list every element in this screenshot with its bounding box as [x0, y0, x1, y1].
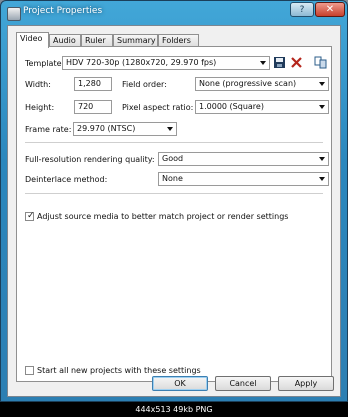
pixel-aspect-dropdown[interactable]: 1.0000 (Square)	[195, 100, 329, 114]
separator	[25, 193, 323, 194]
frame-rate-dropdown[interactable]: 29.970 (NTSC)	[73, 122, 177, 136]
adjust-source-checkbox[interactable]: ✓	[25, 211, 35, 221]
render-quality-label: Full-resolution rendering quality:	[25, 155, 155, 164]
adjust-source-label[interactable]: Adjust source media to better match proj…	[37, 212, 288, 221]
deinterlace-value: None	[162, 174, 183, 183]
chevron-down-icon	[260, 61, 266, 65]
frame-rate-value: 29.970 (NTSC)	[77, 124, 136, 133]
help-button[interactable]: ?	[290, 2, 314, 17]
template-label: Template:	[25, 59, 65, 68]
field-order-value: None (progressive scan)	[199, 79, 297, 88]
frame-rate-label: Frame rate:	[25, 125, 72, 134]
close-button[interactable]: ✕	[315, 2, 345, 17]
width-field[interactable]: 1,280	[74, 77, 112, 91]
tab-video[interactable]: Video	[16, 32, 49, 48]
delete-x-icon[interactable]	[290, 56, 303, 69]
pixel-aspect-label: Pixel aspect ratio:	[122, 103, 194, 112]
apply-button[interactable]: Apply	[278, 376, 334, 391]
app-icon	[7, 7, 21, 21]
checkmark-icon: ✓	[27, 211, 35, 221]
separator	[25, 142, 323, 143]
render-quality-dropdown[interactable]: Good	[158, 152, 329, 166]
chevron-down-icon	[319, 105, 325, 109]
project-properties-window: Project Properties ? ✕ Video Audio Ruler…	[0, 0, 348, 402]
width-label: Width:	[25, 80, 51, 89]
height-field[interactable]: 720	[74, 100, 112, 114]
chevron-down-icon	[319, 177, 325, 181]
dialog-client-area: Video Audio Ruler Summary Folders Templa…	[7, 25, 341, 397]
start-all-label[interactable]: Start all new projects with these settin…	[37, 366, 201, 375]
template-dropdown[interactable]: HDV 720-30p (1280x720, 29.970 fps)	[62, 56, 270, 70]
image-caption: 444x513 49kb PNG	[0, 402, 348, 417]
height-label: Height:	[25, 103, 55, 112]
chevron-down-icon	[167, 127, 173, 131]
save-disk-icon[interactable]	[273, 56, 286, 69]
ok-button[interactable]: OK	[152, 376, 208, 391]
template-value: HDV 720-30p (1280x720, 29.970 fps)	[66, 58, 217, 67]
field-order-dropdown[interactable]: None (progressive scan)	[195, 77, 329, 91]
window-title: Project Properties	[23, 6, 103, 16]
deinterlace-label: Deinterlace method:	[25, 175, 108, 184]
video-tab-panel: Template: HDV 720-30p (1280x720, 29.970 …	[16, 46, 332, 382]
start-all-checkbox[interactable]	[25, 366, 34, 375]
title-bar[interactable]: Project Properties ? ✕	[1, 1, 347, 25]
chevron-down-icon	[319, 157, 325, 161]
chevron-down-icon	[319, 82, 325, 86]
render-quality-value: Good	[162, 154, 184, 163]
field-order-label: Field order:	[122, 80, 167, 89]
deinterlace-dropdown[interactable]: None	[158, 172, 329, 186]
match-media-icon[interactable]	[314, 56, 327, 69]
pixel-aspect-value: 1.0000 (Square)	[199, 102, 264, 111]
cancel-button[interactable]: Cancel	[215, 376, 271, 391]
